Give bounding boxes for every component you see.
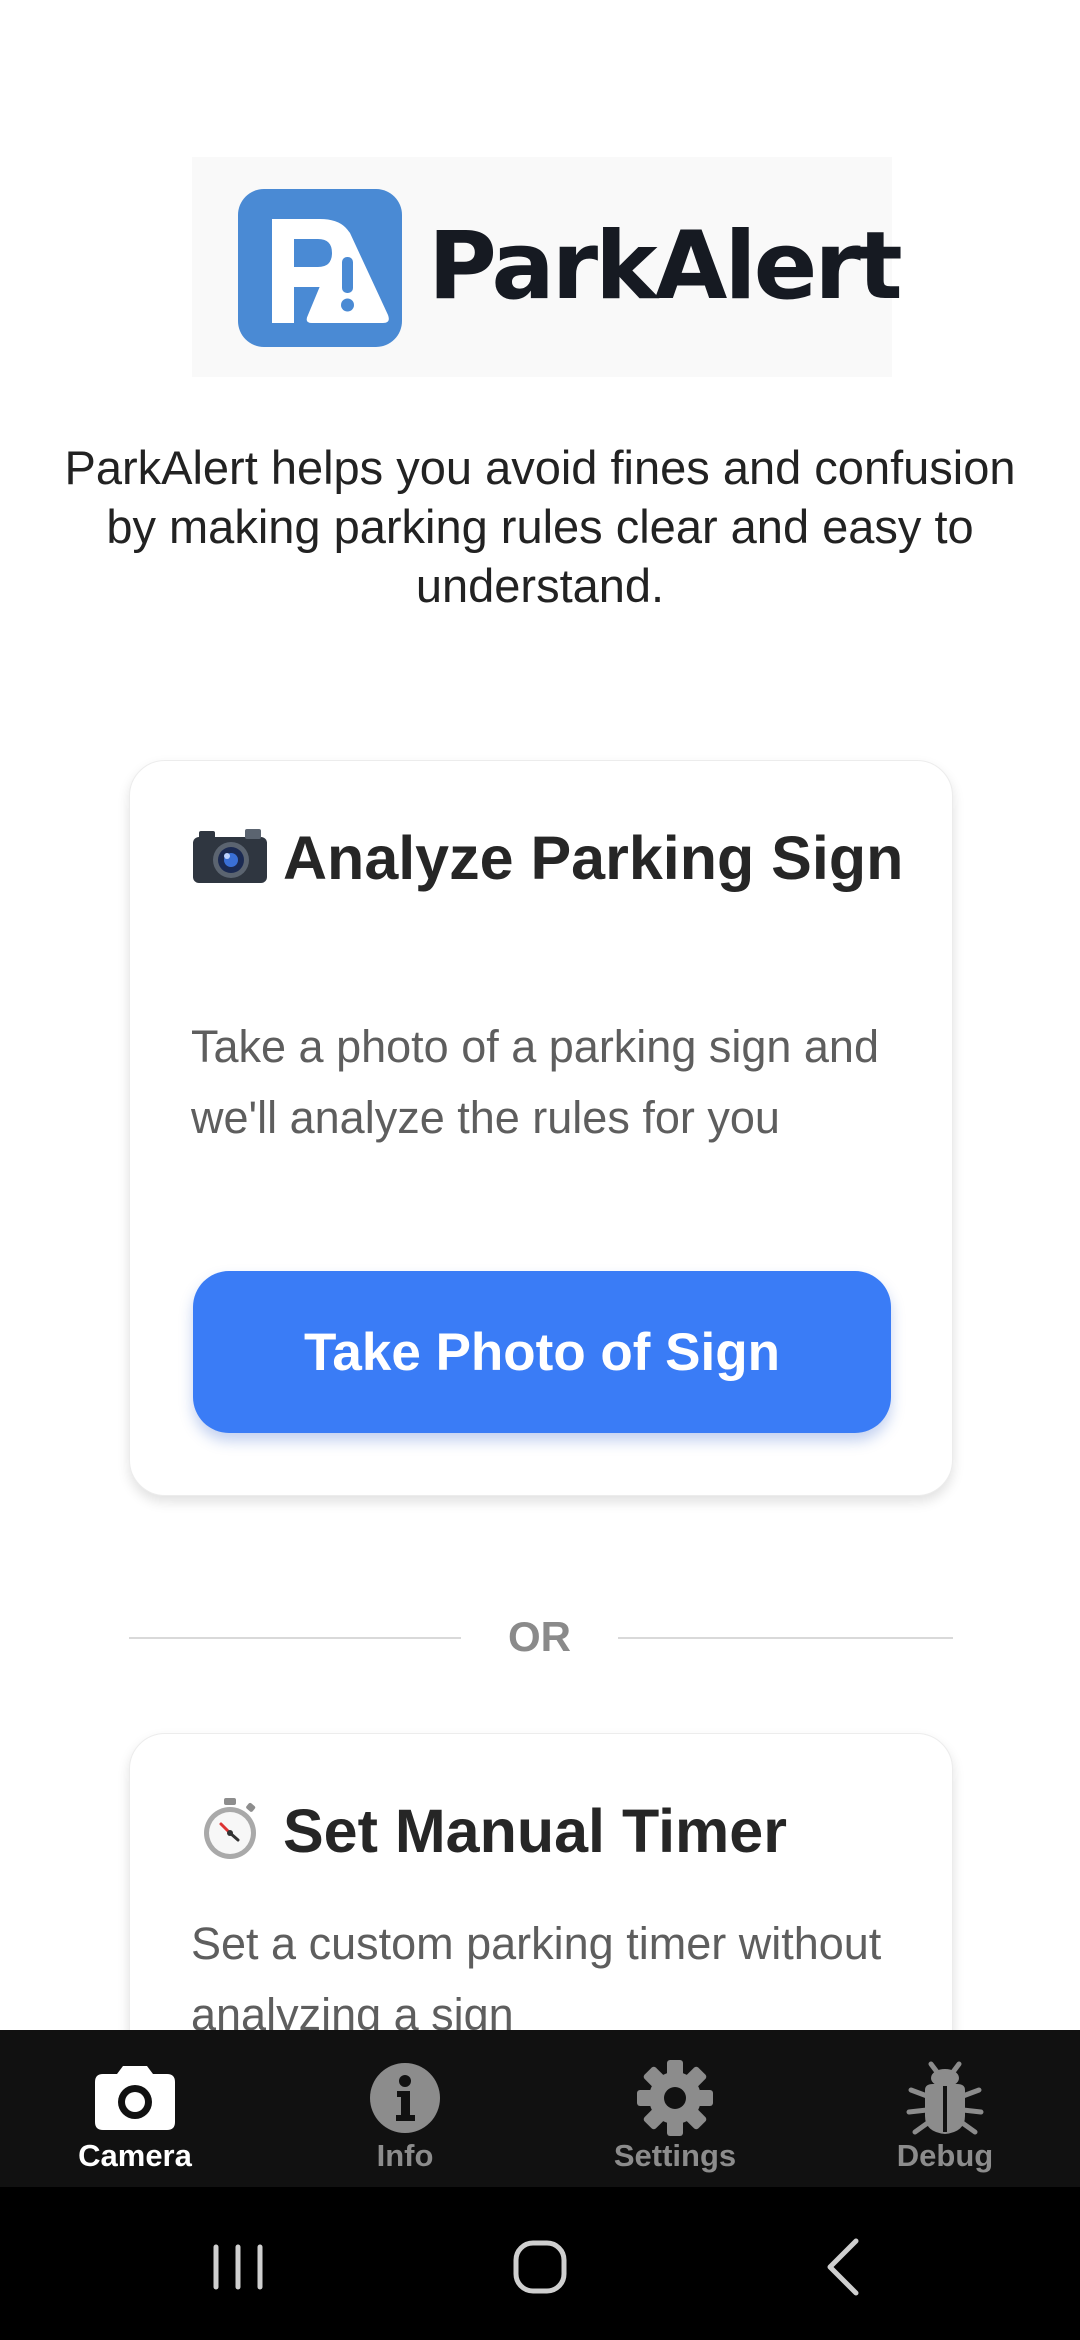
system-navigation-bar — [0, 2187, 1080, 2340]
main-content: ParkAlert ParkAlert helps you avoid fine… — [0, 0, 1080, 2030]
bug-icon — [906, 2061, 984, 2135]
app-logo: ParkAlert — [192, 157, 903, 377]
tab-info[interactable]: Info — [270, 2030, 540, 2187]
divider-line-right — [618, 1637, 953, 1639]
tab-camera-label: Camera — [78, 2138, 192, 2173]
back-icon[interactable] — [802, 2227, 882, 2307]
recent-apps-icon[interactable] — [198, 2227, 278, 2307]
analyze-card-title-text: Analyze Parking Sign — [283, 824, 904, 892]
parkalert-logo-icon — [238, 189, 402, 347]
tab-settings[interactable]: Settings — [540, 2030, 810, 2187]
timer-card-description: Set a custom parking timer without analy… — [191, 1918, 882, 2030]
analyze-card-description: Take a photo of a parking sign and we'll… — [191, 1021, 879, 1143]
tab-debug-label: Debug — [896, 2138, 994, 2173]
timer-card-title-text: Set Manual Timer — [283, 1797, 787, 1865]
tab-debug[interactable]: Debug — [810, 2030, 1080, 2187]
home-icon[interactable] — [500, 2227, 580, 2307]
tab-settings-label: Settings — [613, 2138, 737, 2173]
or-divider-label: OR — [508, 1613, 571, 1660]
analyze-sign-card: Analyze Parking Sign Take a photo of a p… — [129, 760, 953, 1496]
manual-timer-card[interactable]: Set Manual Timer Set a custom parking ti… — [129, 1733, 953, 2030]
camera-icon — [95, 2066, 175, 2130]
camera-emoji-icon — [193, 829, 267, 883]
divider-line-left — [129, 1637, 461, 1639]
logo-wordmark: ParkAlert — [428, 212, 903, 321]
bottom-tab-bar: Camera Info Settings Debug — [0, 2030, 1080, 2187]
timer-card-title: Set Manual Timer — [191, 1794, 911, 1869]
take-photo-button[interactable]: Take Photo of Sign — [193, 1271, 891, 1433]
gear-icon — [637, 2060, 713, 2136]
tab-info-label: Info — [376, 2138, 434, 2173]
stopwatch-emoji-icon — [204, 1798, 256, 1859]
tab-camera[interactable]: Camera — [0, 2030, 270, 2187]
app-tagline: ParkAlert helps you avoid fines and conf… — [64, 441, 1016, 612]
info-icon — [370, 2063, 440, 2133]
analyze-card-title: Analyze Parking Sign — [191, 821, 911, 896]
